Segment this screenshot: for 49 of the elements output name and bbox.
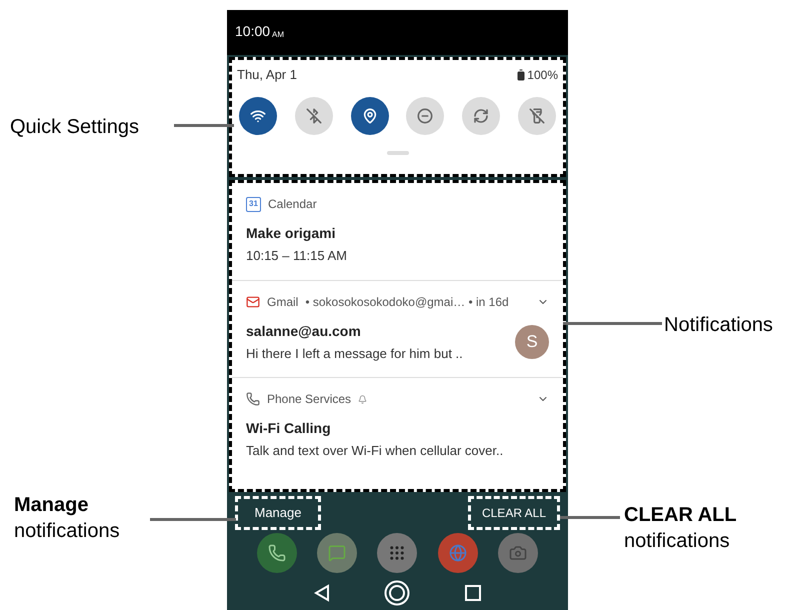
quick-setting-tile[interactable] (518, 96, 556, 134)
minus-circle-icon (417, 108, 434, 124)
callout-label: Manage notifications (14, 493, 120, 544)
rotate-icon (473, 108, 490, 124)
status-ampm: AM (272, 29, 284, 41)
wifi-icon (250, 108, 266, 124)
notification-text: Talk and text over Wi-Fi when cellular cover.. (246, 442, 504, 460)
bluetooth-off-icon (306, 108, 322, 124)
notification-text: 10:15 – 11:15 AM (246, 247, 348, 265)
quick-setting-tile[interactable] (462, 96, 500, 134)
leader-line (174, 124, 234, 127)
battery-icon (515, 68, 528, 81)
messages-app-icon[interactable] (317, 533, 358, 573)
phone-app-icon[interactable] (257, 533, 298, 573)
browser-app-icon[interactable] (438, 533, 478, 573)
calendar-icon: 31 (246, 196, 261, 212)
quick-setting-tile[interactable] (239, 96, 277, 134)
clear-all-button[interactable]: CLEAR ALL (468, 496, 560, 530)
drag-handle[interactable] (386, 150, 408, 154)
avatar: S (515, 324, 549, 359)
notification-meta: • sokosokosokodoko@gmai… • in 16d (305, 294, 509, 310)
notification-title: Make origami (246, 224, 336, 243)
date-text: Thu, Apr 1 (237, 66, 297, 84)
bell-icon (358, 394, 368, 404)
app-name: Calendar (268, 196, 317, 213)
phone-icon (246, 392, 260, 406)
battery-percent: 100% (527, 66, 558, 84)
envelope-icon (246, 294, 260, 308)
notification-title: Wi-Fi Calling (246, 419, 332, 438)
manage-button[interactable]: Manage (235, 496, 321, 530)
quick-setting-tile[interactable] (406, 96, 444, 134)
app-name: Phone Services (267, 391, 352, 408)
camera-app-icon[interactable] (498, 533, 538, 573)
home-icon[interactable] (384, 580, 410, 606)
notification-title: salanne@au.com (246, 322, 362, 340)
app-grid-icon[interactable] (377, 533, 418, 573)
callout-label: Quick Settings (10, 115, 139, 140)
recents-icon[interactable] (464, 585, 481, 601)
back-icon[interactable] (314, 584, 330, 602)
callout-label: Notifications (664, 313, 773, 338)
quick-setting-tile[interactable] (294, 96, 333, 134)
callout-label: CLEAR ALL notifications (624, 503, 737, 554)
flashlight-off-icon (528, 108, 545, 124)
status-time: 10:00 (235, 22, 270, 41)
location-pin-icon (362, 108, 378, 124)
leader-line (560, 516, 620, 519)
notification-text: Hi there I left a message for him but .. (246, 344, 464, 363)
quick-setting-tile[interactable] (350, 96, 389, 134)
app-name: Gmail (267, 294, 298, 310)
